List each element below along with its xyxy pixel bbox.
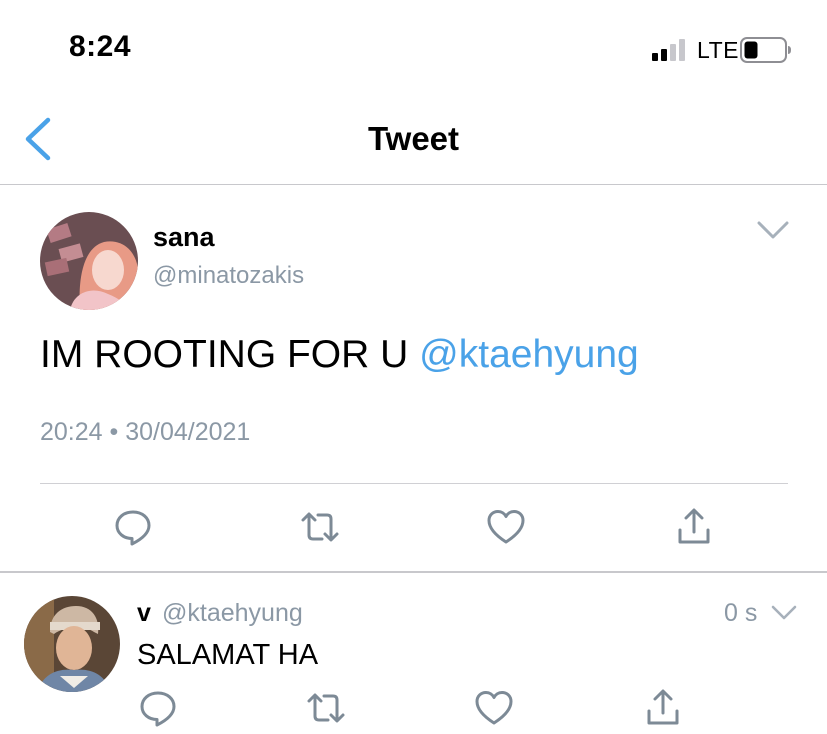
chevron-down-icon[interactable]: [756, 219, 790, 241]
status-time: 8:24: [69, 30, 132, 63]
mention-link[interactable]: @ktaehyung: [419, 333, 639, 376]
tweet-body: IM ROOTING FOR U: [40, 333, 420, 376]
section-divider: [0, 571, 827, 573]
heart-icon[interactable]: [486, 507, 526, 547]
retweet-icon[interactable]: [306, 688, 346, 728]
reply-author-name[interactable]: v: [137, 599, 151, 628]
battery-icon: [740, 37, 791, 63]
tweet-divider: [40, 483, 788, 484]
page-title: Tweet: [367, 120, 460, 157]
reply-icon[interactable]: [113, 507, 153, 547]
reply-timestamp: 0 s: [724, 599, 758, 627]
share-icon[interactable]: [674, 507, 714, 547]
author-name[interactable]: sana: [153, 222, 215, 253]
network-type: LTE: [697, 37, 739, 63]
tweet-timestamp: 20:24 • 30/04/2021: [40, 418, 251, 446]
reply-avatar[interactable]: [24, 596, 120, 692]
author-handle[interactable]: @minatozakis: [153, 262, 304, 290]
avatar[interactable]: [40, 212, 138, 310]
nav-divider: [0, 184, 827, 185]
avatar-image: [40, 212, 138, 310]
retweet-icon[interactable]: [300, 507, 340, 547]
avatar-image: [24, 596, 120, 692]
share-icon[interactable]: [643, 688, 683, 728]
chevron-down-icon[interactable]: [771, 604, 797, 622]
heart-icon[interactable]: [474, 688, 514, 728]
reply-text: SALAMAT HA: [137, 639, 319, 671]
reply-icon[interactable]: [138, 688, 178, 728]
signal-strength-icon: [652, 39, 685, 61]
reply-author-handle[interactable]: @ktaehyung: [162, 599, 303, 628]
tweet-text: IM ROOTING FOR U @ktaehyung: [40, 331, 639, 379]
